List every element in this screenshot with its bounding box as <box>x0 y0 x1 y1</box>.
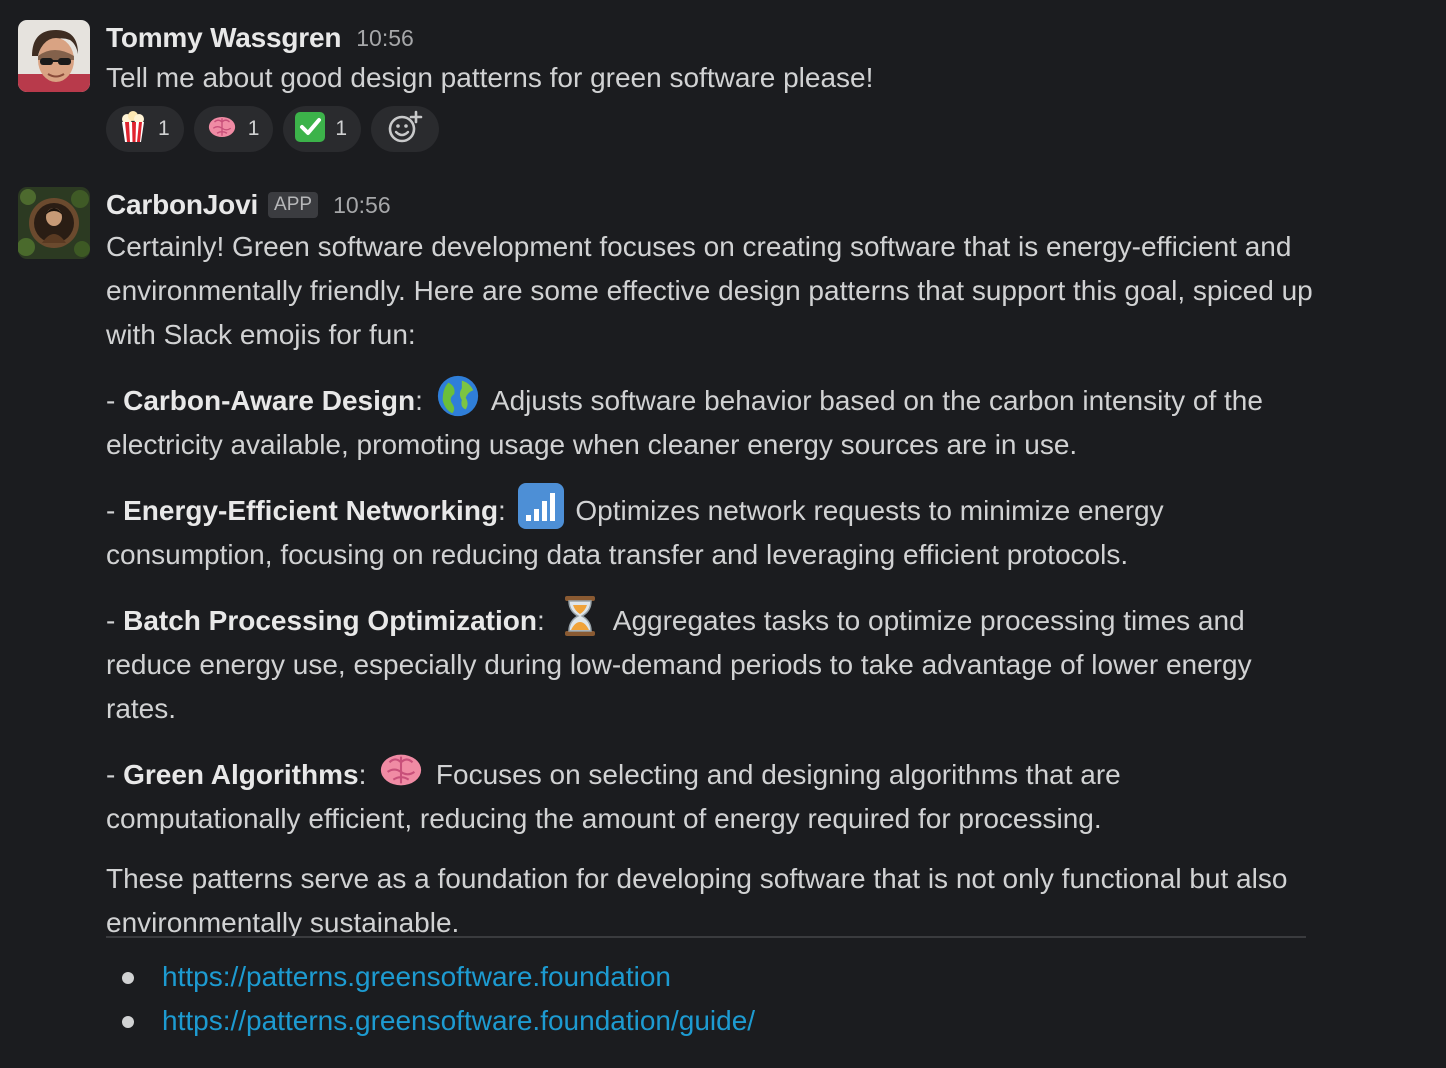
bot-avatar[interactable] <box>18 187 90 259</box>
pattern-prefix: - <box>106 759 124 790</box>
reaction-popcorn[interactable]: 1 <box>106 106 184 152</box>
pattern-colon: : <box>498 495 506 526</box>
list-item: https://patterns.greensoftware.foundatio… <box>106 955 1306 999</box>
add-reaction-button[interactable] <box>371 106 440 152</box>
add-reaction-icon <box>387 110 423 149</box>
reaction-brain[interactable]: 1 <box>193 106 274 152</box>
bullet-icon <box>122 972 134 984</box>
globe-icon <box>435 373 481 419</box>
bullet-icon <box>122 1016 134 1028</box>
pattern-item: - Green Algorithms: Focuses on selecting… <box>106 747 1316 841</box>
author-name[interactable]: Tommy Wassgren <box>106 22 341 54</box>
message-timestamp[interactable]: 10:56 <box>356 25 414 52</box>
reaction-check[interactable]: 1 <box>283 106 362 152</box>
message-timestamp[interactable]: 10:56 <box>333 192 391 219</box>
reaction-count: 1 <box>158 117 170 140</box>
pattern-item: - Energy-Efficient Networking: Optimizes… <box>106 483 1316 577</box>
link-patterns[interactable]: https://patterns.greensoftware.foundatio… <box>162 955 671 999</box>
link-guide[interactable]: https://patterns.greensoftware.foundatio… <box>162 999 755 1043</box>
link-list: https://patterns.greensoftware.foundatio… <box>106 955 1306 1043</box>
attachment-divider <box>106 936 1306 938</box>
conclusion-paragraph: These patterns serve as a foundation for… <box>106 863 1288 938</box>
pattern-name: Green Algorithms <box>123 759 359 790</box>
author-name[interactable]: CarbonJovi <box>106 189 258 221</box>
pattern-prefix: - <box>106 385 124 416</box>
reactions-bar: 1 1 1 <box>106 106 1316 152</box>
pattern-prefix: - <box>106 605 124 636</box>
pattern-name: Energy-Efficient Networking <box>123 495 499 526</box>
signal-strength-icon <box>517 483 564 529</box>
intro-paragraph: Certainly! Green software development fo… <box>106 231 1313 350</box>
pattern-colon: : <box>536 605 545 636</box>
pattern-colon: : <box>358 759 367 790</box>
app-badge: APP <box>268 192 319 218</box>
white-check-mark-icon <box>295 111 326 147</box>
popcorn-icon <box>118 110 148 148</box>
brain-icon <box>378 747 424 793</box>
pattern-item: - Carbon-Aware Design: Adjusts software … <box>106 373 1316 467</box>
pattern-prefix: - <box>106 495 124 526</box>
list-item: https://patterns.greensoftware.foundatio… <box>106 999 1306 1043</box>
pattern-colon: : <box>415 385 423 416</box>
pattern-name: Carbon-Aware Design <box>123 385 416 416</box>
reaction-count: 1 <box>247 117 260 140</box>
message-text: Tell me about good design patterns for g… <box>106 62 874 93</box>
pattern-item: - Batch Processing Optimization: Aggrega… <box>106 593 1316 731</box>
user-avatar[interactable] <box>18 20 90 92</box>
message-body: Certainly! Green software development fo… <box>106 225 1316 945</box>
brain-icon <box>206 112 238 147</box>
hourglass-icon <box>564 596 595 636</box>
reaction-count: 1 <box>335 117 348 140</box>
pattern-name: Batch Processing Optimization <box>123 605 537 636</box>
